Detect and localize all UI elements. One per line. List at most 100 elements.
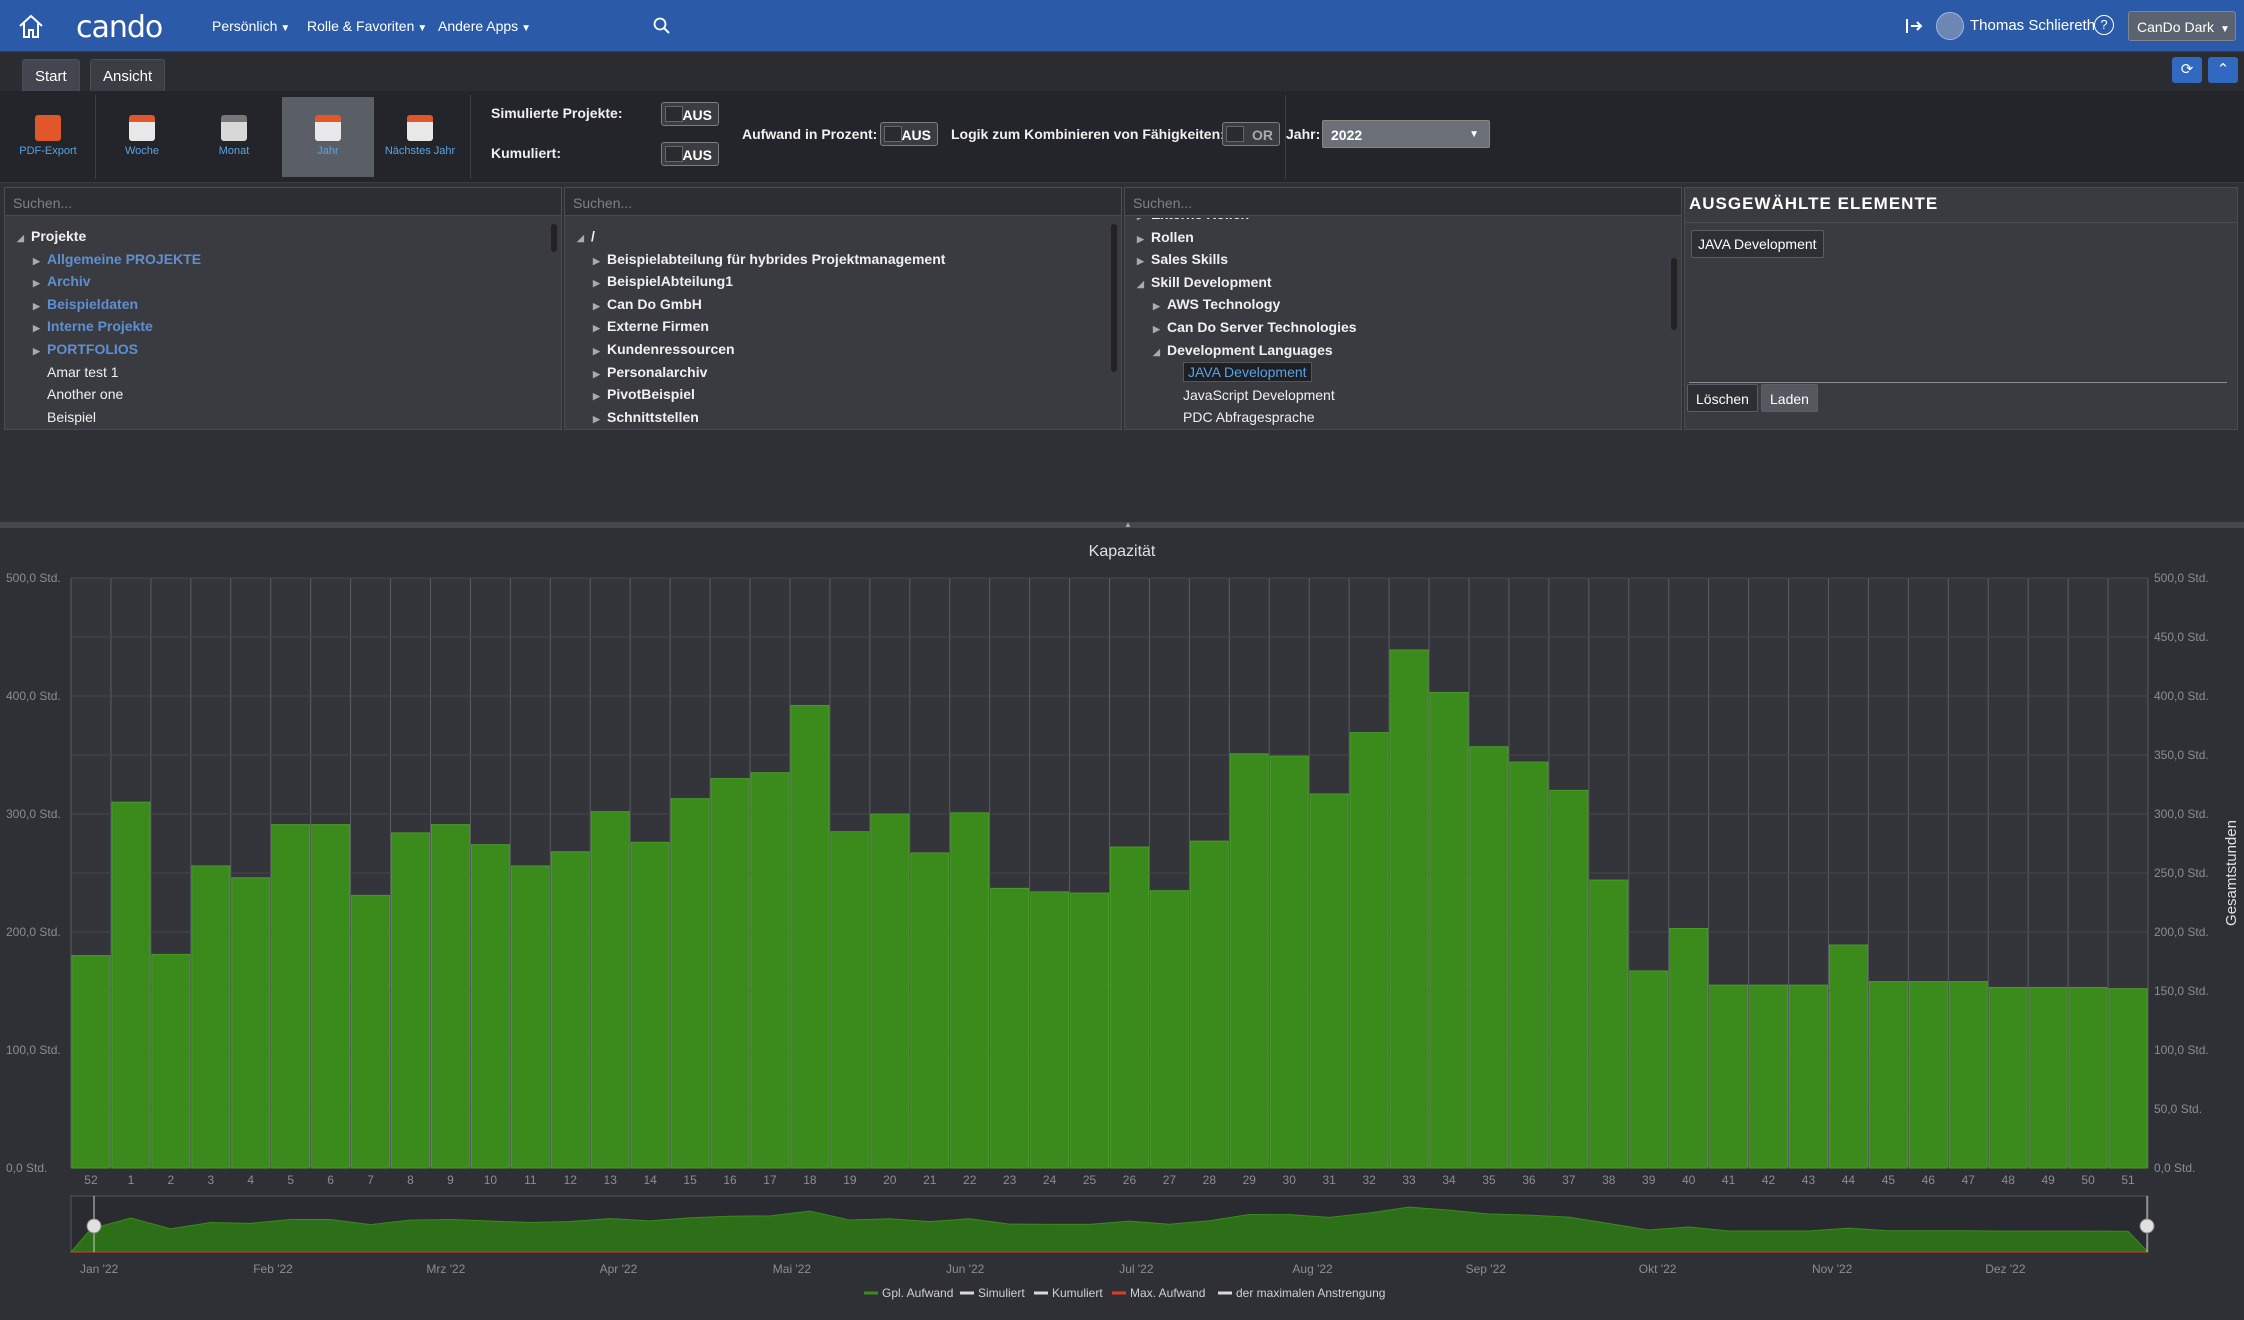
tree-node[interactable]: ▶ Archiv xyxy=(33,273,91,289)
bar[interactable] xyxy=(391,832,430,1169)
bar[interactable] xyxy=(950,812,990,1169)
bar[interactable] xyxy=(151,953,191,1169)
departments-search-input[interactable]: Suchen... xyxy=(565,188,1121,216)
month-button[interactable]: Monat xyxy=(188,97,280,177)
expanded-arrow-icon[interactable]: ◢ xyxy=(17,233,31,244)
tree-node[interactable]: ▶ Beispielabteilung für hybrides Projektm… xyxy=(593,251,945,267)
collapsed-arrow-icon[interactable]: ▶ xyxy=(33,301,47,312)
collapsed-arrow-icon[interactable]: ▶ xyxy=(33,346,47,357)
collapsed-arrow-icon[interactable]: ▶ xyxy=(593,278,607,289)
tab-start[interactable]: Start xyxy=(22,59,80,91)
collapsed-arrow-icon[interactable]: ▶ xyxy=(1153,301,1167,312)
tree-node[interactable]: ◢ / xyxy=(577,228,595,244)
collapsed-arrow-icon[interactable]: ▶ xyxy=(33,323,47,334)
bar[interactable] xyxy=(1229,753,1269,1169)
skill-logic-toggle[interactable]: OR xyxy=(1222,122,1280,146)
bar[interactable] xyxy=(1309,793,1349,1169)
bar[interactable] xyxy=(590,811,630,1169)
home-icon[interactable] xyxy=(16,12,46,40)
bar[interactable] xyxy=(630,841,670,1169)
navigator-left-handle[interactable] xyxy=(86,1218,102,1234)
bar[interactable] xyxy=(1070,892,1110,1169)
logout-icon[interactable] xyxy=(1904,16,1924,36)
pdf-export-button[interactable]: PDF-Export xyxy=(2,97,94,177)
bar[interactable] xyxy=(1868,981,1908,1169)
bar[interactable] xyxy=(870,813,910,1169)
tree-node[interactable]: Amar test 1 xyxy=(33,364,119,380)
tree-node[interactable]: ▶ Personalarchiv xyxy=(593,364,707,380)
tree-node[interactable]: ▶ Beispieldaten xyxy=(33,296,138,312)
bar[interactable] xyxy=(2068,986,2108,1169)
user-name[interactable]: Thomas Schliereth xyxy=(1970,17,2095,34)
collapsed-arrow-icon[interactable]: ▶ xyxy=(593,256,607,267)
year-select[interactable]: 2022 ▼ xyxy=(1322,120,1490,148)
bar[interactable] xyxy=(111,801,151,1169)
menu-other-apps[interactable]: Andere Apps ▼ xyxy=(438,18,531,34)
bar[interactable] xyxy=(351,894,391,1169)
search-icon[interactable] xyxy=(652,16,672,36)
navigator-right-handle[interactable] xyxy=(2139,1218,2155,1234)
tree-node[interactable]: JavaScript Development xyxy=(1169,387,1335,403)
cando-logo[interactable]: cando xyxy=(76,10,163,45)
bar[interactable] xyxy=(510,865,550,1169)
delete-button[interactable]: Löschen xyxy=(1687,384,1758,412)
help-icon[interactable]: ? xyxy=(2094,15,2114,35)
bar[interactable] xyxy=(990,887,1030,1169)
bar[interactable] xyxy=(1908,981,1948,1169)
tree-node[interactable]: PDC Abfragesprache xyxy=(1169,409,1315,425)
bar[interactable] xyxy=(430,824,470,1169)
bar[interactable] xyxy=(1269,755,1309,1169)
bar[interactable] xyxy=(1789,984,1828,1169)
bar[interactable] xyxy=(910,852,950,1169)
tree-node[interactable]: ▶ Can Do GmbH xyxy=(593,296,702,312)
skills-scrollbar[interactable] xyxy=(1671,258,1677,330)
collapsed-arrow-icon[interactable]: ▶ xyxy=(593,323,607,334)
bar[interactable] xyxy=(1030,891,1070,1169)
tree-node[interactable]: Another one xyxy=(33,386,123,402)
collapsed-arrow-icon[interactable]: ▶ xyxy=(593,301,607,312)
bar[interactable] xyxy=(1469,746,1509,1169)
menu-personal[interactable]: Persönlich ▼ xyxy=(212,18,290,34)
bar[interactable] xyxy=(1509,761,1549,1169)
tree-node[interactable]: ◢ Skill Development xyxy=(1137,274,1272,290)
bar[interactable] xyxy=(1589,879,1629,1169)
tree-node[interactable]: ▶ Allgemeine PROJEKTE xyxy=(33,251,201,267)
bar[interactable] xyxy=(2108,988,2148,1169)
bar[interactable] xyxy=(1828,944,1868,1169)
bar[interactable] xyxy=(1709,984,1749,1169)
expanded-arrow-icon[interactable]: ◢ xyxy=(1137,279,1151,290)
tree-node[interactable]: ▶ Kundenressourcen xyxy=(593,341,735,357)
tree-node[interactable]: ▶ Rollen xyxy=(1137,229,1194,245)
expanded-arrow-icon[interactable]: ◢ xyxy=(577,233,591,244)
tree-node[interactable]: ▶ Interne Projekte xyxy=(33,318,153,334)
collapsed-arrow-icon[interactable]: ▶ xyxy=(33,278,47,289)
collapse-icon[interactable]: ⌃ xyxy=(2208,57,2238,83)
bar[interactable] xyxy=(670,798,710,1169)
bar[interactable] xyxy=(790,704,830,1169)
tree-node[interactable]: ▶ Externe Firmen xyxy=(593,318,709,334)
collapsed-arrow-icon[interactable]: ▶ xyxy=(593,346,607,357)
collapsed-arrow-icon[interactable]: ▶ xyxy=(1137,256,1151,267)
selected-element-chip[interactable]: JAVA Development xyxy=(1691,230,1824,258)
collapsed-arrow-icon[interactable]: ▶ xyxy=(593,414,607,425)
projects-scrollbar[interactable] xyxy=(551,224,557,252)
tree-node[interactable]: ▶ AWS Technology xyxy=(1153,296,1280,312)
tree-node[interactable]: ▶ BeispielAbteilung1 xyxy=(593,273,733,289)
bar[interactable] xyxy=(1189,840,1229,1169)
collapsed-arrow-icon[interactable]: ▶ xyxy=(593,391,607,402)
bar[interactable] xyxy=(750,772,790,1169)
tree-node[interactable]: ▶ PORTFOLIOS xyxy=(33,341,138,357)
bar[interactable] xyxy=(231,877,271,1169)
bar[interactable] xyxy=(550,851,590,1169)
tree-node[interactable]: ▶ Sales Skills xyxy=(1137,251,1228,267)
load-button[interactable]: Laden xyxy=(1761,384,1818,412)
week-button[interactable]: Woche xyxy=(96,97,188,177)
bar[interactable] xyxy=(1749,984,1789,1169)
cumulated-toggle[interactable]: AUS xyxy=(661,142,719,166)
tree-node[interactable]: ▶Externe Rollen xyxy=(1137,218,1249,222)
simulated-projects-toggle[interactable]: AUS xyxy=(661,102,719,126)
refresh-icon[interactable]: ⟳ xyxy=(2172,57,2202,83)
year-button[interactable]: Jahr xyxy=(282,97,374,177)
theme-dropdown[interactable]: CanDo Dark ▼ xyxy=(2128,11,2236,41)
effort-percent-toggle[interactable]: AUS xyxy=(880,122,938,146)
